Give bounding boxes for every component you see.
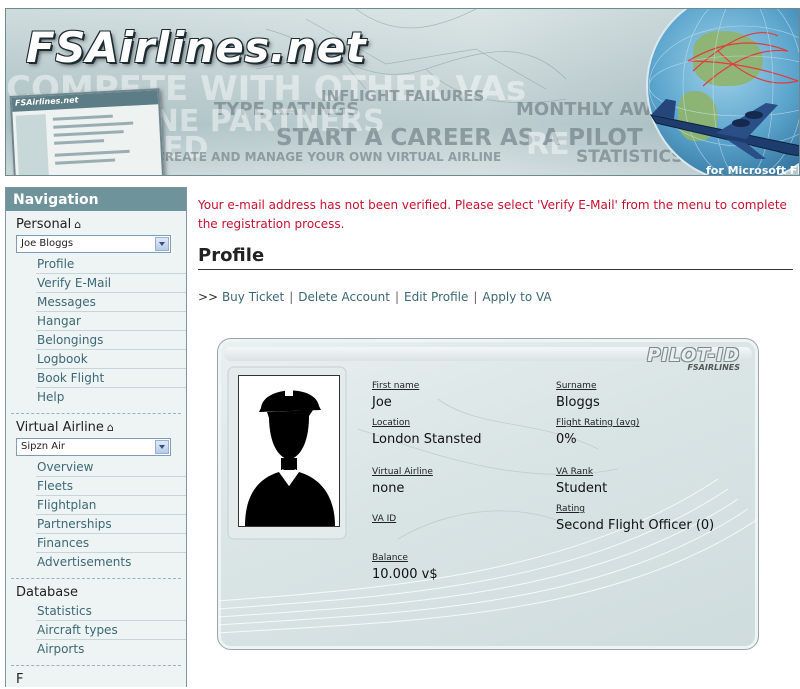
nav-item-flightplan[interactable]: Flightplan (36, 496, 186, 515)
flight-rating-label: Flight Rating (avg) (556, 418, 640, 428)
action-separator: | (473, 290, 478, 304)
nav-divider (11, 665, 181, 666)
banner-watermark: CREATE AND MANAGE YOUR OWN VIRTUAL AIRLI… (156, 150, 502, 164)
thumbnail-line (54, 149, 130, 157)
personal-section-title-row: Personal ⌂ (6, 216, 186, 234)
nav-item-logbook[interactable]: Logbook (36, 350, 186, 369)
nav-item-help[interactable]: Help (36, 388, 186, 407)
house-icon[interactable]: ⌂ (74, 218, 81, 231)
site-logo[interactable]: FSAirlines.net (26, 23, 366, 72)
rating-value: Second Flight Officer (0) (556, 518, 715, 533)
nav-item-profile[interactable]: Profile (36, 255, 186, 274)
banner-watermark: MONTHLY AW (516, 99, 653, 120)
personal-section: Personal ⌂ Joe Bloggs Profile Verify E-Ma… (6, 211, 186, 407)
rating-label: Rating (556, 504, 586, 514)
airline-select-value: Sipzn Air (21, 441, 65, 452)
nav-item-finances[interactable]: Finances (36, 534, 186, 553)
virtual-airline-section: Virtual Airline ⌂ Sipzn Air Overview Flee… (6, 414, 186, 572)
virtual-airline-label: Virtual Airline (372, 467, 433, 477)
site-screenshot-thumbnail: FSAirlines.net (9, 88, 165, 175)
action-separator: | (394, 290, 399, 304)
nav-item-verify-email[interactable]: Verify E-Mail (36, 274, 186, 293)
pilot-silhouette-icon (239, 376, 339, 526)
nav-item-aircraft-types[interactable]: Aircraft types (36, 621, 186, 640)
main-content: Your e-mail address has not been verifie… (198, 196, 793, 306)
surname-value: Bloggs (556, 395, 600, 410)
airplane-image (649, 99, 799, 159)
navigation-header: Navigation (6, 188, 186, 211)
virtual-airline-section-title-row: Virtual Airline ⌂ (6, 419, 186, 437)
thumbnail-line (52, 114, 113, 121)
actions-prefix: >> (198, 290, 219, 304)
balance-value: 10.000 v$ (372, 567, 438, 582)
thumbnail-line (55, 158, 116, 165)
airline-select[interactable]: Sipzn Air (16, 438, 171, 456)
next-section-title: F (16, 672, 24, 687)
nav-item-partnerships[interactable]: Partnerships (36, 515, 186, 534)
profile-actions: >> Buy Ticket | Delete Account | Edit Profil… (198, 290, 793, 306)
page-title: Profile (198, 244, 793, 270)
flight-rating-value: 0% (556, 432, 577, 447)
pilot-select[interactable]: Joe Bloggs (16, 235, 171, 253)
thumbnail-line (53, 121, 134, 129)
edit-profile-link[interactable]: Edit Profile (404, 290, 468, 304)
pilot-id-card: PILOT-ID FSAIRLINES First name Joe Surna… (217, 338, 759, 650)
database-section: Database Statistics Aircraft types Airpo… (6, 579, 186, 659)
nav-item-advertisements[interactable]: Advertisements (36, 553, 186, 572)
surname-label: Surname (556, 381, 597, 391)
virtual-airline-value: none (372, 481, 405, 496)
va-rank-value: Student (556, 481, 608, 496)
first-name-value: Joe (372, 395, 392, 410)
nav-item-airports[interactable]: Airports (36, 640, 186, 659)
virtual-airline-section-title: Virtual Airline (16, 420, 104, 435)
buy-ticket-link[interactable]: Buy Ticket (222, 290, 284, 304)
thumbnail-line (53, 130, 124, 137)
chevron-down-icon[interactable] (155, 237, 169, 251)
va-id-label: VA ID (372, 514, 397, 524)
nav-item-book-flight[interactable]: Book Flight (36, 369, 186, 388)
chevron-down-icon[interactable] (155, 440, 169, 454)
nav-item-overview[interactable]: Overview (36, 458, 186, 477)
location-value: London Stansted (372, 432, 482, 447)
site-banner: COMPETE WITH OTHER VAs INFLIGHT FAILURES… (5, 8, 800, 176)
balance-label: Balance (372, 553, 408, 563)
database-section-title: Database (16, 585, 79, 600)
pilot-id-logo: PILOT-ID FSAIRLINES (647, 345, 740, 372)
banner-tagline: for Microsoft Flig (706, 164, 800, 176)
action-separator: | (289, 290, 294, 304)
nav-item-fleets[interactable]: Fleets (36, 477, 186, 496)
email-verification-notice: Your e-mail address has not been verifie… (198, 198, 787, 231)
pilot-avatar (238, 375, 340, 527)
thumbnail-sidebar (15, 114, 50, 175)
pilot-select-value: Joe Bloggs (21, 238, 74, 249)
house-icon[interactable]: ⌂ (107, 421, 114, 434)
navigation-sidebar: Navigation Personal ⌂ Joe Bloggs Profile … (5, 187, 187, 687)
nav-item-statistics[interactable]: Statistics (36, 602, 186, 621)
nav-item-messages[interactable]: Messages (36, 293, 186, 312)
location-label: Location (372, 418, 411, 428)
apply-to-va-link[interactable]: Apply to VA (482, 290, 551, 304)
personal-section-title: Personal (16, 217, 72, 232)
nav-item-belongings[interactable]: Belongings (36, 331, 186, 350)
first-name-label: First name (372, 381, 420, 391)
thumbnail-line (54, 139, 105, 145)
delete-account-link[interactable]: Delete Account (298, 290, 390, 304)
va-rank-label: VA Rank (556, 467, 594, 477)
banner-watermark: RE (526, 127, 570, 162)
nav-item-hangar[interactable]: Hangar (36, 312, 186, 331)
